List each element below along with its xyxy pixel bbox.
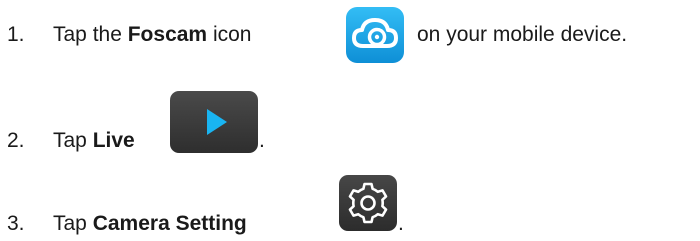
step-after-icon-text: . [398, 212, 404, 235]
step-text: Tap Camera Setting [53, 212, 247, 236]
step-2: 2. Tap Live . [0, 129, 700, 153]
step-text: Tap Live [53, 129, 135, 153]
play-icon [170, 91, 258, 153]
step-suffix: icon [207, 23, 252, 46]
step-number: 1. [7, 23, 25, 46]
step-after-icon-text: . [259, 129, 265, 152]
step-text: Tap the Foscam icon [53, 23, 251, 47]
step-bold-label: Live [92, 129, 135, 152]
step-after-icon-text: on your mobile device. [417, 23, 628, 46]
step-bold-label: Foscam [127, 23, 208, 46]
step-prefix: Tap [53, 212, 93, 235]
step-number: 2. [7, 129, 25, 152]
step-prefix: Tap the [53, 23, 128, 46]
step-bold-label: Camera Setting [92, 212, 247, 235]
foscam-cloud-icon [346, 7, 404, 63]
gear-icon [339, 175, 397, 231]
step-prefix: Tap [53, 129, 93, 152]
step-number: 3. [7, 212, 25, 235]
